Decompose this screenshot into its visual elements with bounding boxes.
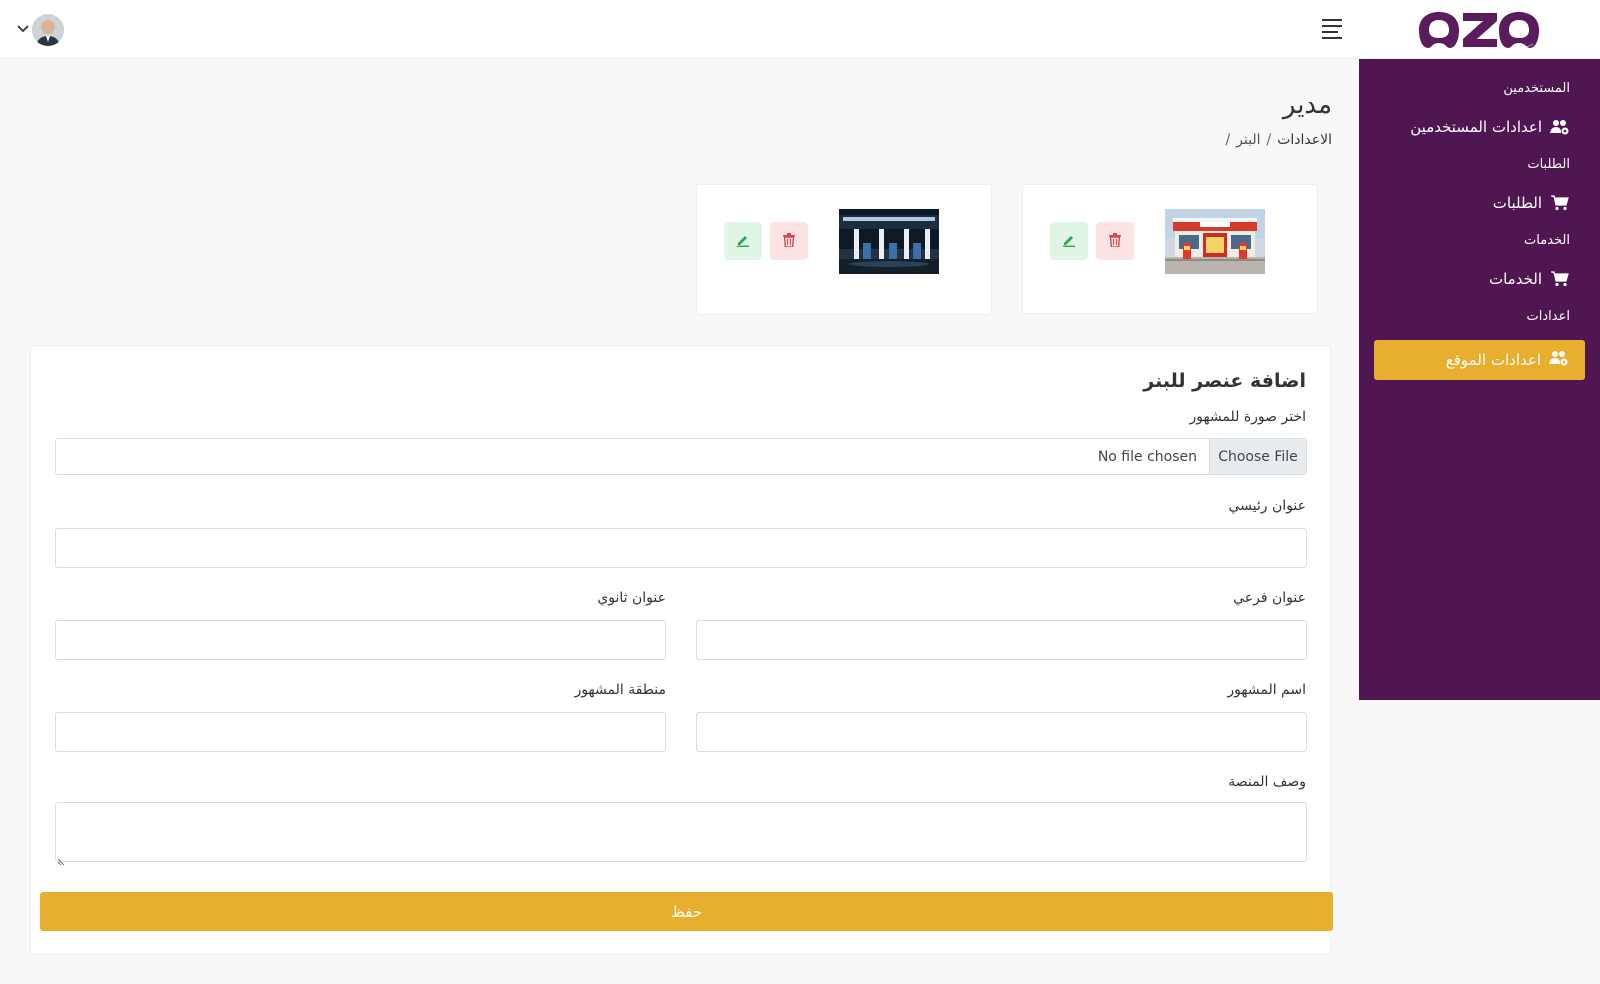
celebrity-area-input[interactable] xyxy=(55,712,666,752)
hamburger-icon[interactable] xyxy=(1322,19,1344,39)
main-title-label: عنوان رئيسي xyxy=(1228,498,1306,514)
description-textarea[interactable] xyxy=(55,802,1307,862)
pencil-icon xyxy=(736,233,750,250)
breadcrumb-current: البنر xyxy=(1236,132,1261,148)
file-status: No file chosen xyxy=(1097,448,1197,465)
breadcrumb-separator: / xyxy=(1266,132,1272,148)
main-title-input[interactable] xyxy=(55,528,1307,568)
sidebar-item-orders[interactable]: الطلبات xyxy=(1493,194,1570,212)
secondary-title-input[interactable] xyxy=(55,620,666,660)
breadcrumb-separator: / xyxy=(1225,132,1231,148)
sidebar-item-label: الخدمات xyxy=(1488,270,1542,288)
sidebar-heading-users: المستخدمين xyxy=(1503,81,1570,96)
sidebar-item-label: اعدادات المستخدمين xyxy=(1410,118,1542,136)
celebrity-name-label: اسم المشهور xyxy=(1227,682,1306,698)
secondary-title-label: عنوان ثانوي xyxy=(597,590,666,606)
avatar[interactable] xyxy=(32,14,64,46)
delete-banner-button[interactable] xyxy=(1096,222,1134,260)
edit-banner-button[interactable] xyxy=(1050,222,1088,260)
celebrity-name-input[interactable] xyxy=(696,712,1307,752)
sidebar-item-label: الطلبات xyxy=(1492,194,1542,212)
sidebar-item-site-settings[interactable]: اعدادات الموقع xyxy=(1374,340,1585,380)
banner-image xyxy=(1165,209,1265,274)
banner-image xyxy=(839,209,939,274)
banner-card xyxy=(1022,184,1318,314)
ozo-logo[interactable] xyxy=(1415,8,1541,52)
page-title: مدير xyxy=(1282,90,1332,120)
shopping-cart-icon xyxy=(1550,270,1570,288)
save-button[interactable]: حفظ xyxy=(40,892,1333,931)
sidebar-item-services[interactable]: الخدمات xyxy=(1489,270,1570,288)
image-file-input[interactable]: Choose File No file chosen xyxy=(55,438,1307,475)
trash-icon xyxy=(1109,232,1121,250)
resize-grip-icon[interactable] xyxy=(57,851,67,866)
sidebar-heading-orders: الطلبات xyxy=(1527,157,1570,172)
delete-banner-button[interactable] xyxy=(770,222,808,260)
subtitle-label: عنوان فرعي xyxy=(1233,590,1306,606)
edit-banner-button[interactable] xyxy=(724,222,762,260)
form-title: اضافة عنصر للبنر xyxy=(1143,370,1306,392)
users-cog-icon xyxy=(1550,118,1570,136)
user-menu[interactable] xyxy=(16,14,64,46)
subtitle-input[interactable] xyxy=(696,620,1307,660)
shopping-cart-icon xyxy=(1550,194,1570,212)
sidebar-heading-settings: اعدادات xyxy=(1526,309,1570,324)
chevron-down-icon[interactable] xyxy=(16,21,30,40)
sidebar-heading-services: الخدمات xyxy=(1524,233,1570,248)
description-label: وصف المنصة xyxy=(1228,774,1306,790)
logo-graphic xyxy=(1419,12,1539,49)
sidebar: المستخدمين اعدادات المستخدمين الطلبات ال… xyxy=(1359,59,1600,700)
top-bar xyxy=(0,0,1600,59)
image-label: اختر صورة للمشهور xyxy=(1189,409,1306,425)
choose-file-button[interactable]: Choose File xyxy=(1209,439,1306,474)
sidebar-item-user-settings[interactable]: اعدادات المستخدمين xyxy=(1410,118,1570,136)
breadcrumb: الاعدادات / البنر / xyxy=(1221,132,1332,148)
breadcrumb-parent[interactable]: الاعدادات xyxy=(1277,132,1332,148)
sidebar-item-label: اعدادات الموقع xyxy=(1445,351,1541,369)
pencil-icon xyxy=(1062,233,1076,250)
trash-icon xyxy=(783,232,795,250)
add-banner-form: اضافة عنصر للبنر اختر صورة للمشهور Choos… xyxy=(30,345,1333,955)
celebrity-area-label: منطقة المشهور xyxy=(574,682,666,698)
users-cog-icon xyxy=(1549,350,1569,370)
banner-card xyxy=(696,184,992,315)
